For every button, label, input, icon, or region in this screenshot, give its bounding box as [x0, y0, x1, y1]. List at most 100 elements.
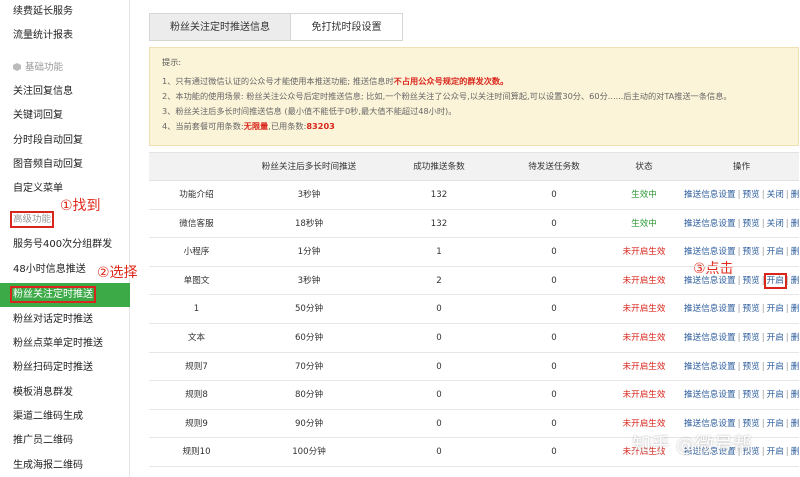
tab-dnd-settings[interactable]: 免打扰时段设置	[291, 13, 403, 41]
enable-link[interactable]: 开启	[767, 390, 784, 400]
table-row: 规则770分钟00未开启生效推送信息设置|预览|开启|删除	[149, 353, 799, 382]
sidebar-item-label: 渠道二维码生成	[13, 411, 83, 422]
separator: |	[785, 275, 789, 286]
sidebar-item-renewal[interactable]: 续费延长服务	[0, 0, 130, 24]
notice-line-4: 4、当前套餐可用条数:无限量,已用条数:83203	[162, 121, 335, 131]
delete-link[interactable]: 删除	[791, 190, 799, 200]
enable-link[interactable]: 开启	[767, 447, 784, 457]
push-settings-link[interactable]: 推送信息设置	[684, 419, 736, 429]
delete-link[interactable]: 删除	[791, 390, 799, 400]
preview-link[interactable]: 预览	[742, 247, 759, 257]
preview-link[interactable]: 预览	[742, 362, 759, 372]
cell-delay: 18秒钟	[294, 218, 324, 229]
enable-link[interactable]: 开启	[767, 419, 784, 429]
cell-status: 未开启生效	[622, 332, 666, 343]
delete-link[interactable]: 删除	[791, 447, 799, 457]
delete-link[interactable]: 删除	[791, 362, 799, 372]
sidebar-item-label: 模板消息群发	[13, 387, 73, 398]
separator: |	[785, 361, 789, 372]
th-actions: 操作	[732, 162, 751, 172]
cell-success: 0	[436, 332, 442, 343]
push-settings-link[interactable]: 推送信息设置	[684, 304, 736, 314]
sidebar-item-scan-timed-push[interactable]: 粉丝扫码定时推送	[0, 356, 130, 380]
sidebar-item-label: 流量统计报表	[13, 30, 73, 41]
cell-pending: 0	[551, 390, 557, 401]
table-row: 小程序1分钟10未开启生效推送信息设置|预览|开启|删除	[149, 238, 799, 267]
enable-link[interactable]: 开启	[767, 304, 784, 314]
push-settings-link[interactable]: 推送信息设置	[684, 219, 736, 229]
sidebar-item-timed-auto-reply[interactable]: 分时段自动回复	[0, 129, 130, 153]
enable-link[interactable]: 开启	[767, 362, 784, 372]
enable-link[interactable]: 开启	[767, 247, 784, 257]
delete-link[interactable]: 删除	[791, 333, 799, 343]
push-settings-link[interactable]: 推送信息设置	[684, 190, 736, 200]
cell-delay: 3秒钟	[297, 275, 321, 286]
disable-link[interactable]: 关闭	[767, 219, 784, 229]
sidebar-group-basic: 基础功能	[0, 56, 130, 80]
cell-name: 规则7	[185, 361, 208, 372]
separator: |	[761, 390, 765, 401]
separator: |	[737, 418, 741, 429]
cell-actions: 推送信息设置|预览|开启|删除	[684, 238, 799, 266]
preview-link[interactable]: 预览	[742, 219, 759, 229]
th-delay: 粉丝关注后多长时间推送	[261, 162, 357, 172]
delete-link[interactable]: 删除	[791, 247, 799, 257]
sidebar-item-service-400-broadcast[interactable]: 服务号400次分组群发	[0, 233, 130, 257]
push-settings-link[interactable]: 推送信息设置	[684, 276, 736, 286]
sidebar-item-promoter-qrcode[interactable]: 推广员二维码	[0, 429, 130, 453]
delete-link[interactable]: 删除	[791, 276, 799, 286]
cell-pending: 0	[551, 418, 557, 429]
tab-follow-timed-push-info[interactable]: 粉丝关注定时推送信息	[149, 13, 291, 41]
separator: |	[785, 218, 789, 229]
preview-link[interactable]: 预览	[742, 276, 759, 286]
push-rules-table: 粉丝关注后多长时间推送 成功推送条数 待发送任务数 状态 操作 功能介绍 3秒钟 1…	[149, 152, 799, 467]
cell-status: 生效中	[631, 218, 657, 229]
sidebar-item-follow-timed-push[interactable]: 粉丝关注定时推送	[0, 283, 130, 307]
sidebar-item-dialog-timed-push[interactable]: 粉丝对话定时推送	[0, 308, 130, 332]
push-settings-link[interactable]: 推送信息设置	[684, 247, 736, 257]
separator: |	[761, 447, 765, 458]
separator: |	[761, 304, 765, 315]
notice-line-2: 2、本功能的使用场景: 粉丝关注公众号后定时推送信息; 比如,一个粉丝关注了公众…	[162, 91, 732, 101]
push-settings-link[interactable]: 推送信息设置	[684, 333, 736, 343]
table-row: 150分钟00未开启生效推送信息设置|预览|开启|删除	[149, 295, 799, 324]
table-row: 文本60分钟00未开启生效推送信息设置|预览|开启|删除	[149, 324, 799, 353]
preview-link[interactable]: 预览	[742, 304, 759, 314]
cell-success: 132	[430, 190, 448, 200]
cell-delay: 100分钟	[292, 447, 326, 458]
sidebar-item-keyword-reply[interactable]: 关键词回复	[0, 104, 130, 128]
preview-link[interactable]: 预览	[742, 419, 759, 429]
preview-link[interactable]: 预览	[742, 333, 759, 343]
delete-link[interactable]: 删除	[791, 219, 799, 229]
cell-name: 文本	[187, 332, 206, 343]
sidebar-item-label: 粉丝扫码定时推送	[13, 362, 93, 373]
cell-actions: 推送信息设置|预览|开启|删除	[684, 267, 799, 295]
sidebar-item-follow-reply[interactable]: 关注回复信息	[0, 80, 130, 104]
separator: |	[737, 190, 741, 200]
delete-link[interactable]: 删除	[791, 419, 799, 429]
table-row: 微信客服18秒钟1320生效中推送信息设置|预览|关闭|删除	[149, 210, 799, 239]
table-row: 规则880分钟00未开启生效推送信息设置|预览|开启|删除	[149, 381, 799, 410]
sidebar-item-channel-qrcode[interactable]: 渠道二维码生成	[0, 405, 130, 429]
delete-link[interactable]: 删除	[791, 304, 799, 314]
sidebar-item-poster-qrcode[interactable]: 生成海报二维码	[0, 454, 130, 477]
sidebar-item-media-auto-reply[interactable]: 图音频自动回复	[0, 153, 130, 177]
preview-link[interactable]: 预览	[742, 190, 759, 200]
separator: |	[737, 275, 741, 286]
push-settings-link[interactable]: 推送信息设置	[684, 390, 736, 400]
th-success: 成功推送条数	[413, 162, 465, 172]
enable-link[interactable]: 开启	[763, 272, 787, 289]
sidebar-item-traffic-report[interactable]: 流量统计报表	[0, 24, 130, 48]
disable-link[interactable]: 关闭	[767, 190, 784, 200]
sidebar-item-menu-timed-push[interactable]: 粉丝点菜单定时推送	[0, 332, 130, 356]
cell-success: 0	[436, 418, 442, 429]
sidebar-item-label: 续费延长服务	[13, 6, 73, 17]
cell-name: 单图文	[183, 275, 210, 286]
annotation-step2: ②选择	[97, 265, 138, 281]
enable-link[interactable]: 开启	[767, 333, 784, 343]
sidebar-item-template-broadcast[interactable]: 模板消息群发	[0, 381, 130, 405]
preview-link[interactable]: 预览	[742, 390, 759, 400]
cell-status: 生效中	[631, 190, 657, 200]
notice-line-3: 3、粉丝关注后多长时间推送信息 (最小值不能低于0秒,最大值不能超过48小时)。	[162, 106, 457, 116]
push-settings-link[interactable]: 推送信息设置	[684, 362, 736, 372]
